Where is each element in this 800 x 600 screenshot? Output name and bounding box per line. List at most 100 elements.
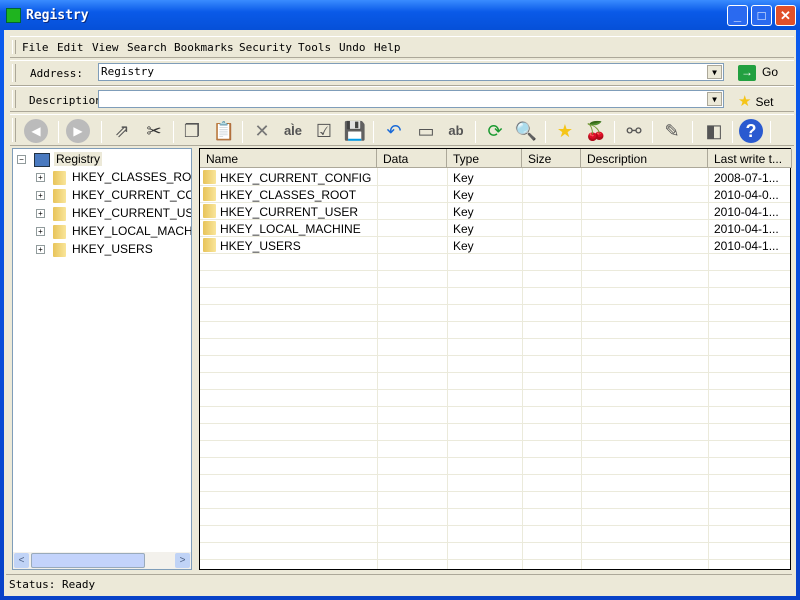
expand-icon[interactable]: + [36, 227, 45, 237]
column-header-data[interactable]: Data [377, 149, 447, 168]
menu-view[interactable]: View [92, 41, 119, 54]
tree-node[interactable]: + HKEY_CURRENT_USER [36, 206, 191, 221]
new-value-icon[interactable]: ab [443, 119, 469, 143]
toolbar-separator [692, 121, 693, 143]
undo-icon[interactable]: ↶ [381, 119, 407, 143]
paste-icon[interactable]: 📋 [211, 119, 237, 143]
tree-node-registry[interactable]: − Registry [17, 152, 103, 167]
menu-search[interactable]: Search [127, 41, 167, 54]
row-divider [200, 253, 790, 254]
go-label: Go [762, 65, 779, 79]
menu-help[interactable]: Help [374, 41, 401, 54]
folder-icon [53, 206, 66, 221]
windows-icon[interactable]: ◧ [701, 119, 727, 143]
rename-icon[interactable]: aÌe [280, 119, 306, 143]
bookmark-icon[interactable]: ★ [552, 119, 578, 143]
refresh-icon[interactable]: ⟳ [482, 119, 508, 143]
cell-name: HKEY_CURRENT_USER [220, 205, 359, 219]
cut-icon[interactable]: ✂ [141, 119, 167, 143]
collapse-icon[interactable]: − [17, 155, 26, 165]
menu-bookmarks[interactable]: Bookmarks [174, 41, 234, 54]
cell-name: HKEY_LOCAL_MACHINE [220, 222, 361, 236]
row-divider [200, 457, 790, 458]
tree-node[interactable]: + HKEY_LOCAL_MACHINE [36, 224, 191, 239]
menu-security[interactable]: Security [239, 41, 292, 54]
row-divider [200, 389, 790, 390]
column-header-last-write[interactable]: Last write t... [708, 149, 792, 168]
help-icon[interactable]: ? [739, 119, 763, 143]
description-input[interactable]: ▼ [98, 90, 724, 108]
tree-horizontal-scrollbar[interactable]: < > [13, 552, 191, 569]
address-bar: Address: Registry ▼ → Go [10, 60, 794, 86]
tree-node[interactable]: + HKEY_USERS [36, 242, 191, 257]
expand-icon[interactable]: + [36, 191, 45, 201]
folder-icon [203, 221, 216, 235]
client-area: File Edit View Search Bookmarks Security Tools… [4, 30, 796, 596]
row-divider [200, 287, 790, 288]
menu-bar: File Edit View Search Bookmarks Security Tools… [10, 36, 794, 58]
row-divider [200, 508, 790, 509]
export-icon[interactable]: ⇗ [109, 119, 135, 143]
toolbar-separator [475, 121, 476, 143]
row-divider [200, 559, 790, 560]
values-list[interactable]: Name Data Type Size Description Last write t.… [199, 148, 792, 570]
cell-name: HKEY_USERS [220, 239, 301, 253]
tree-view[interactable]: < > − Registry + HKEY_CLASSES_ROOT + HKEY_CUR… [12, 148, 192, 570]
back-icon[interactable]: ◀ [24, 119, 48, 143]
scroll-right-button[interactable]: > [175, 553, 190, 568]
tree-node[interactable]: + HKEY_CLASSES_ROOT [36, 170, 191, 185]
column-header-description[interactable]: Description [581, 149, 708, 168]
column-header-name[interactable]: Name [200, 149, 377, 168]
connect-icon[interactable]: ✎ [659, 119, 685, 143]
scroll-thumb[interactable] [31, 553, 145, 568]
column-header-size[interactable]: Size [522, 149, 581, 168]
menu-edit[interactable]: Edit [57, 41, 84, 54]
new-key-icon[interactable]: ▭ [413, 119, 439, 143]
column-header-type[interactable]: Type [447, 149, 522, 168]
row-divider [200, 270, 790, 271]
cell-type: Key [453, 171, 474, 185]
go-button[interactable]: → Go [738, 65, 778, 81]
set-button[interactable]: ★ Set [738, 92, 773, 110]
maximize-button[interactable]: □ [751, 5, 772, 26]
cell-last-write: 2008-07-1... [714, 171, 779, 185]
title-bar[interactable]: Registry _ □ ✕ [0, 0, 800, 30]
expand-icon[interactable]: + [36, 245, 45, 255]
edit-value-icon[interactable]: ☑ [311, 119, 337, 143]
row-divider [200, 491, 790, 492]
row-divider [200, 185, 790, 186]
expand-icon[interactable]: + [36, 173, 45, 183]
star-icon: ★ [738, 93, 752, 110]
menu-undo[interactable]: Undo [339, 41, 366, 54]
tree-node[interactable]: + HKEY_CURRENT_CONFIG [36, 188, 191, 203]
description-dropdown-button[interactable]: ▼ [707, 92, 722, 106]
address-value: Registry [101, 65, 154, 78]
cherries-icon[interactable]: 🍒 [583, 119, 609, 143]
folder-icon [53, 224, 66, 239]
toolbar-separator [545, 121, 546, 143]
folder-icon [53, 242, 66, 257]
tree-node-label: HKEY_USERS [72, 242, 153, 256]
row-divider [200, 236, 790, 237]
minimize-button[interactable]: _ [727, 5, 748, 26]
network-icon[interactable]: ⚯ [621, 119, 647, 143]
description-label: Description [29, 94, 102, 107]
menu-file[interactable]: File [22, 41, 49, 54]
menu-tools[interactable]: Tools [298, 41, 331, 54]
copy-icon[interactable]: ❐ [179, 119, 205, 143]
folder-icon [203, 187, 216, 201]
folder-icon [203, 170, 216, 184]
delete-icon[interactable]: ✕ [249, 119, 275, 143]
save-icon[interactable]: 💾 [342, 119, 368, 143]
cell-name: HKEY_CURRENT_CONFIG [220, 171, 372, 185]
computer-icon [34, 152, 50, 167]
close-button[interactable]: ✕ [775, 5, 796, 26]
find-icon[interactable]: 🔍 [513, 119, 539, 143]
scroll-left-button[interactable]: < [14, 553, 29, 568]
forward-icon[interactable]: ▶ [66, 119, 90, 143]
address-input[interactable]: Registry ▼ [98, 63, 724, 81]
expand-icon[interactable]: + [36, 209, 45, 219]
toolbar-separator [732, 121, 733, 143]
cell-last-write: 2010-04-0... [714, 188, 779, 202]
address-dropdown-button[interactable]: ▼ [707, 65, 722, 79]
